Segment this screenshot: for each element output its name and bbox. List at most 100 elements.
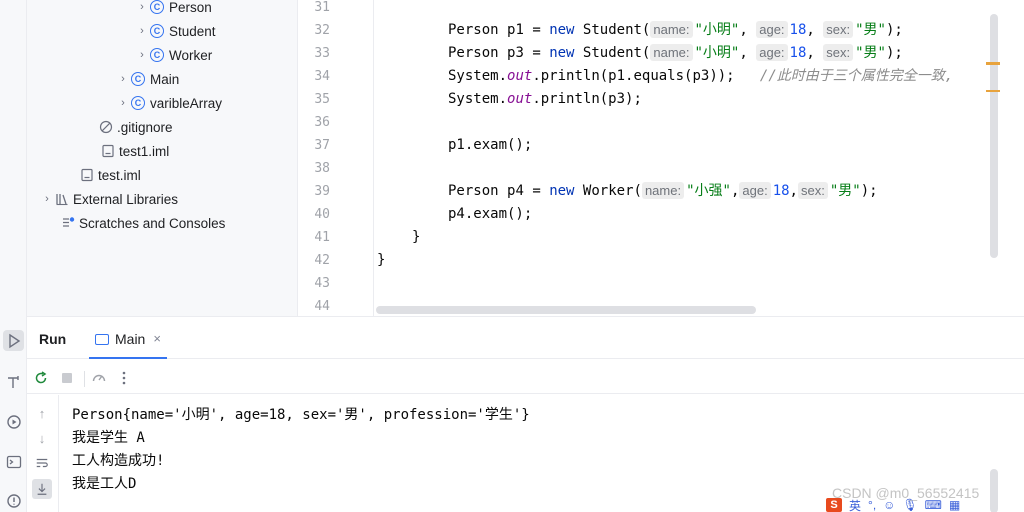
system-tray: S 英 °, ☺ 🎙 ⌨ ▦ [826, 498, 1024, 512]
build-hammer-icon[interactable] [3, 371, 24, 392]
rerun-icon[interactable] [32, 369, 50, 387]
console-line: 我是工人D [72, 476, 137, 492]
tree-item-scratches[interactable]: Scratches and Consoles [61, 211, 225, 235]
more-options-icon[interactable] [115, 369, 133, 387]
tree-item-label: Main [150, 71, 180, 87]
line-number: 38 [314, 161, 330, 176]
services-icon[interactable] [3, 411, 24, 432]
file-icon [80, 168, 94, 182]
code-token: Person [448, 22, 499, 38]
toolbox-icon[interactable]: ▦ [949, 498, 960, 512]
chevron-right-icon[interactable]: › [134, 49, 150, 61]
param-hint: age: [739, 182, 771, 199]
project-tree: › C Person › C Student › C Worker › C Ma… [27, 0, 298, 316]
code-token: , [739, 45, 748, 61]
code-line-35: System.out.println(p3); [448, 89, 642, 109]
tab-main[interactable]: Main × [89, 325, 167, 359]
chevron-right-icon[interactable]: › [134, 1, 150, 13]
param-hint: sex: [823, 44, 854, 61]
code-line-40: p4.exam(); [448, 206, 533, 222]
number-token: 18 [789, 22, 807, 38]
code-line-32: Person p1 = new Student(name: "小明", age: 1… [448, 20, 903, 40]
tree-item-worker[interactable]: › C Worker [134, 43, 212, 67]
editor-vertical-scrollbar[interactable] [990, 14, 998, 258]
tree-item-label: External Libraries [73, 191, 179, 207]
problems-icon[interactable] [3, 490, 24, 511]
chevron-right-icon[interactable]: › [39, 193, 55, 205]
warning-marker[interactable] [986, 90, 1000, 92]
code-token: Worker( [582, 183, 642, 199]
code-token: , [806, 22, 815, 38]
scroll-to-end-icon[interactable] [32, 479, 52, 499]
class-icon: C [131, 96, 145, 110]
tree-item-test-iml[interactable]: test.iml [80, 163, 141, 187]
editor-horizontal-scrollbar[interactable] [376, 306, 756, 314]
console-line: 工人构造成功! [72, 453, 165, 469]
console-side-toolbar: ↑ ↓ [27, 395, 59, 512]
param-hint: age: [756, 44, 788, 61]
tree-item-external-libraries[interactable]: › External Libraries [39, 187, 178, 211]
emoji-icon[interactable]: ☺ [883, 498, 895, 512]
code-token: ); [885, 22, 903, 38]
editor-gutter: 31 32 33 34 35 36 37 38 39 40 41 42 43 4… [298, 0, 374, 316]
sogou-input-icon[interactable]: S [826, 498, 842, 512]
line-number: 36 [314, 115, 330, 130]
profiler-icon[interactable] [90, 369, 108, 387]
field-token: out [507, 68, 533, 84]
string-token: "小明" [694, 22, 740, 38]
tree-item-test1-iml[interactable]: test1.iml [101, 139, 169, 163]
code-token: = [532, 183, 541, 199]
tool-window-strip [0, 0, 27, 512]
terminal-icon[interactable] [3, 451, 24, 472]
chevron-right-icon[interactable]: › [115, 97, 131, 109]
line-number: 31 [314, 0, 330, 15]
input-language-indicator[interactable]: 英 [849, 497, 861, 512]
chevron-right-icon[interactable]: › [134, 25, 150, 37]
tab-label: Main [115, 331, 146, 347]
tree-item-label: Scratches and Consoles [79, 215, 226, 231]
run-tool-icon[interactable] [3, 330, 24, 351]
warning-marker[interactable] [986, 62, 1000, 65]
code-token: = [532, 45, 541, 61]
line-number: 41 [314, 230, 330, 245]
close-icon[interactable]: × [153, 331, 161, 346]
tree-item-label: .gitignore [117, 119, 173, 135]
param-hint: name: [641, 182, 685, 199]
line-number: 39 [314, 184, 330, 199]
file-icon [101, 144, 115, 158]
param-hint: sex: [823, 21, 854, 38]
keyboard-icon[interactable]: ⌨ [925, 498, 942, 512]
code-token: , [730, 183, 740, 199]
tree-item-label: test.iml [98, 167, 141, 183]
arrow-up-icon[interactable]: ↑ [32, 403, 52, 423]
code-line-42: } [377, 252, 386, 268]
tree-item-main[interactable]: › C Main [115, 67, 179, 91]
string-token: "小明" [694, 45, 740, 61]
code-editor[interactable]: Person p1 = new Student(name: "小明", age: 1… [375, 0, 991, 316]
punctuation-icon: °, [868, 498, 877, 512]
tree-item-person[interactable]: › C Person [134, 0, 212, 19]
arrow-down-icon[interactable]: ↓ [32, 428, 52, 448]
line-number: 43 [314, 276, 330, 291]
stop-icon[interactable] [58, 369, 76, 387]
param-hint: age: [756, 21, 788, 38]
soft-wrap-icon[interactable] [32, 453, 52, 473]
code-token: ); [885, 45, 903, 61]
code-line-37: p1.exam(); [448, 137, 533, 153]
microphone-icon[interactable]: 🎙 [902, 498, 917, 512]
class-icon: C [131, 72, 145, 86]
tree-item-gitignore[interactable]: .gitignore [99, 115, 173, 139]
chevron-right-icon[interactable]: › [115, 73, 131, 85]
code-token: , [789, 183, 798, 199]
tree-item-label: test1.iml [119, 143, 170, 159]
tree-item-student[interactable]: › C Student [134, 19, 215, 43]
line-number: 44 [314, 299, 330, 314]
run-panel-title: Run [39, 331, 67, 347]
run-panel-header: Run Main × [27, 317, 1024, 359]
line-number: 40 [314, 207, 330, 222]
tree-item-varible-array[interactable]: › C varibleArray [115, 91, 222, 115]
code-token: p1 [507, 22, 524, 38]
code-token: .println(p3); [532, 91, 642, 107]
scratches-icon [61, 216, 75, 230]
toolbar-divider [84, 371, 85, 387]
